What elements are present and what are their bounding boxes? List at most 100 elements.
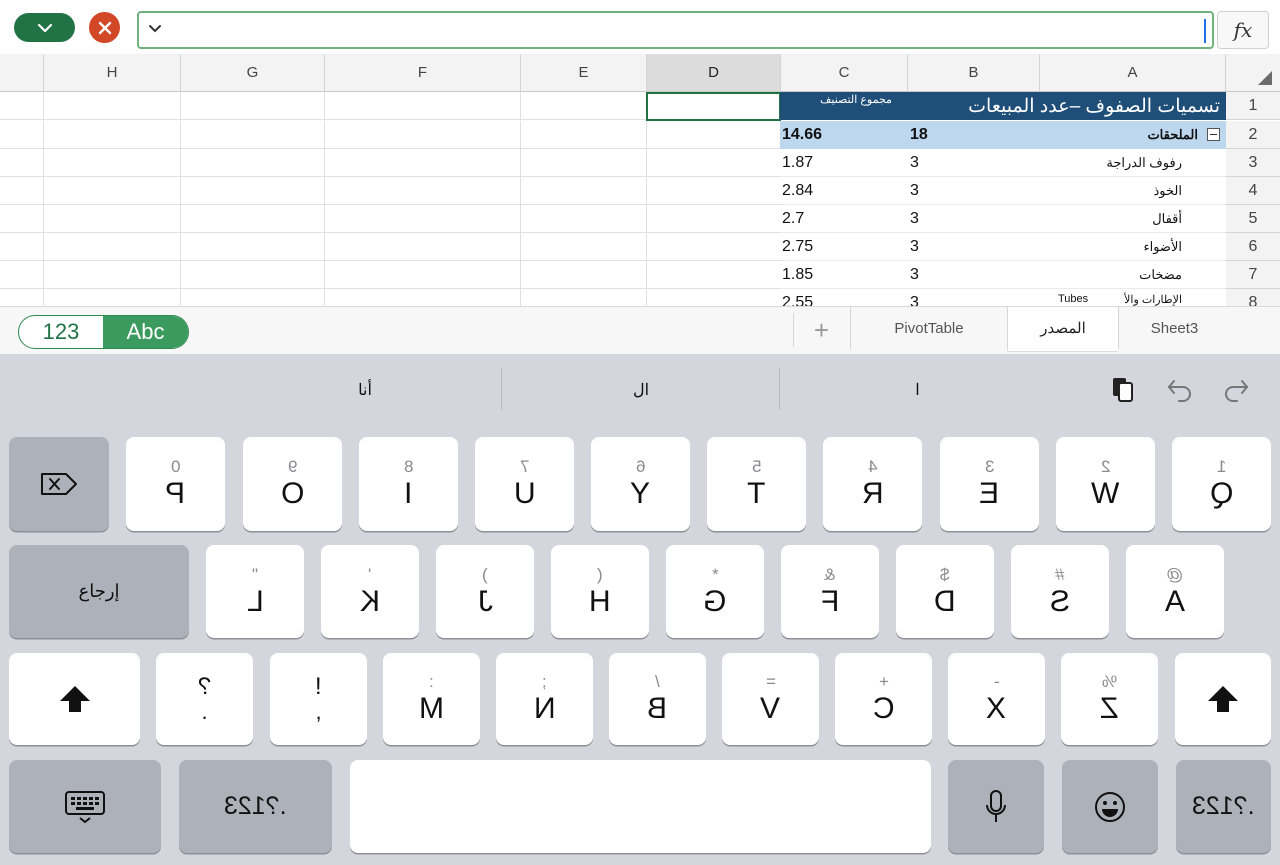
grid-cell[interactable] <box>647 233 781 261</box>
key[interactable]: @ A <box>1126 545 1224 638</box>
grid-cell[interactable] <box>521 92 647 120</box>
undo-icon[interactable] <box>1163 372 1197 406</box>
grid-cell[interactable] <box>521 289 647 306</box>
grid-cell[interactable] <box>521 205 647 233</box>
grid-cell[interactable] <box>325 121 521 149</box>
grid-cell[interactable] <box>0 261 44 289</box>
column-header-e[interactable]: E <box>521 54 647 92</box>
grid-cell[interactable] <box>181 289 325 306</box>
key[interactable]: 3E <box>940 437 1039 531</box>
key[interactable]: $ D <box>896 545 994 638</box>
column-header-a[interactable]: A <box>1040 54 1226 92</box>
key[interactable]: 7U <box>475 437 574 531</box>
numbers-key-right[interactable]: .?123 <box>1176 760 1271 853</box>
hide-keyboard-key[interactable] <box>9 760 161 853</box>
key[interactable]: % Z <box>1061 653 1158 745</box>
key[interactable]: 6Y <box>591 437 690 531</box>
grid-cell[interactable] <box>325 261 521 289</box>
shift-key-left[interactable] <box>9 653 140 745</box>
key[interactable]: :M <box>383 653 480 745</box>
key[interactable]: (H <box>551 545 649 638</box>
key[interactable]: ; N <box>496 653 593 745</box>
grid-cell[interactable] <box>0 289 44 306</box>
grid-cell[interactable] <box>44 92 181 120</box>
formula-input[interactable] <box>137 11 1214 49</box>
emoji-key[interactable] <box>1062 760 1158 853</box>
grid-cell[interactable] <box>325 205 521 233</box>
pivot-group-row[interactable]: الملحقات 18 14.66 <box>780 121 1226 149</box>
suggestion-3[interactable]: ا <box>780 372 1055 408</box>
key[interactable]: 4R <box>823 437 922 531</box>
grid-cell[interactable] <box>325 149 521 177</box>
select-all-corner[interactable] <box>1226 54 1280 92</box>
key[interactable]: 0P <box>126 437 225 531</box>
numbers-key-left[interactable]: .?123 <box>179 760 332 853</box>
key[interactable]: + C <box>835 653 932 745</box>
grid-cell[interactable] <box>44 289 181 306</box>
pivot-row[interactable]: مضخات 3 1.85 <box>780 261 1226 289</box>
shift-key-right[interactable] <box>1175 653 1271 745</box>
fx-button[interactable]: fx <box>1217 11 1269 49</box>
grid-cell[interactable] <box>181 177 325 205</box>
key[interactable]: 2W <box>1056 437 1155 531</box>
grid-cell[interactable] <box>0 92 44 120</box>
grid-cell[interactable] <box>44 205 181 233</box>
mode-numeric-button[interactable]: 123 <box>19 316 103 348</box>
pivot-row[interactable]: أقفال 3 2.7 <box>780 205 1226 233</box>
grid-cell[interactable] <box>44 149 181 177</box>
selected-cell-d1[interactable] <box>646 92 781 121</box>
grid-cell[interactable] <box>521 121 647 149</box>
grid-cell[interactable] <box>0 177 44 205</box>
grid-cell[interactable] <box>0 149 44 177</box>
cancel-button[interactable] <box>89 12 120 43</box>
column-header-f[interactable]: F <box>325 54 521 92</box>
grid-cell[interactable] <box>44 177 181 205</box>
key[interactable]: & F <box>781 545 879 638</box>
column-header-g[interactable]: G <box>181 54 325 92</box>
grid-cell[interactable] <box>181 261 325 289</box>
grid-cell[interactable] <box>325 233 521 261</box>
confirm-button[interactable] <box>14 13 75 42</box>
backspace-key[interactable] <box>9 437 109 531</box>
key[interactable]: # S <box>1011 545 1109 638</box>
grid-cell[interactable] <box>647 261 781 289</box>
key[interactable]: 1Q <box>1172 437 1271 531</box>
row-header-5[interactable]: 5 <box>1226 205 1280 233</box>
key[interactable]: 5T <box>707 437 806 531</box>
grid-cell[interactable] <box>44 261 181 289</box>
key[interactable]: ) J <box>436 545 534 638</box>
return-key[interactable]: إرجاع <box>9 545 189 638</box>
tab-pivottable[interactable]: PivotTable <box>850 307 1007 349</box>
row-header-3[interactable]: 3 <box>1226 149 1280 177</box>
row-header-6[interactable]: 6 <box>1226 233 1280 261</box>
row-header-1[interactable]: 1 <box>1226 92 1280 120</box>
collapse-icon[interactable] <box>1207 128 1220 141</box>
grid-cell[interactable] <box>521 149 647 177</box>
grid-cell[interactable] <box>647 205 781 233</box>
clipboard-icon[interactable] <box>1106 372 1140 406</box>
row-header-2[interactable]: 2 <box>1226 121 1280 149</box>
grid-cell[interactable] <box>44 121 181 149</box>
grid-cell[interactable] <box>325 177 521 205</box>
redo-icon[interactable] <box>1219 372 1253 406</box>
grid-cell[interactable] <box>181 205 325 233</box>
grid-cell[interactable] <box>0 205 44 233</box>
pivot-row[interactable]: رفوف الدراجة 3 1.87 <box>780 149 1226 177</box>
grid-cell[interactable] <box>521 261 647 289</box>
row-header-4[interactable]: 4 <box>1226 177 1280 205</box>
grid-cell[interactable] <box>325 92 521 120</box>
grid-cell[interactable] <box>647 149 781 177</box>
grid-cell[interactable] <box>647 289 781 306</box>
input-mode-toggle[interactable]: 123 Abc <box>18 315 189 349</box>
grid-cell[interactable] <box>181 233 325 261</box>
key[interactable]: ' K <box>321 545 419 638</box>
mode-text-button[interactable]: Abc <box>103 316 188 348</box>
space-key[interactable] <box>350 760 931 853</box>
suggestion-1[interactable]: أنا <box>230 372 500 408</box>
row-header-7[interactable]: 7 <box>1226 261 1280 289</box>
key[interactable]: " L <box>206 545 304 638</box>
suggestion-2[interactable]: ال <box>502 372 780 408</box>
key[interactable]: !, <box>270 653 367 745</box>
grid-cell[interactable] <box>181 121 325 149</box>
key[interactable]: 9O <box>243 437 342 531</box>
